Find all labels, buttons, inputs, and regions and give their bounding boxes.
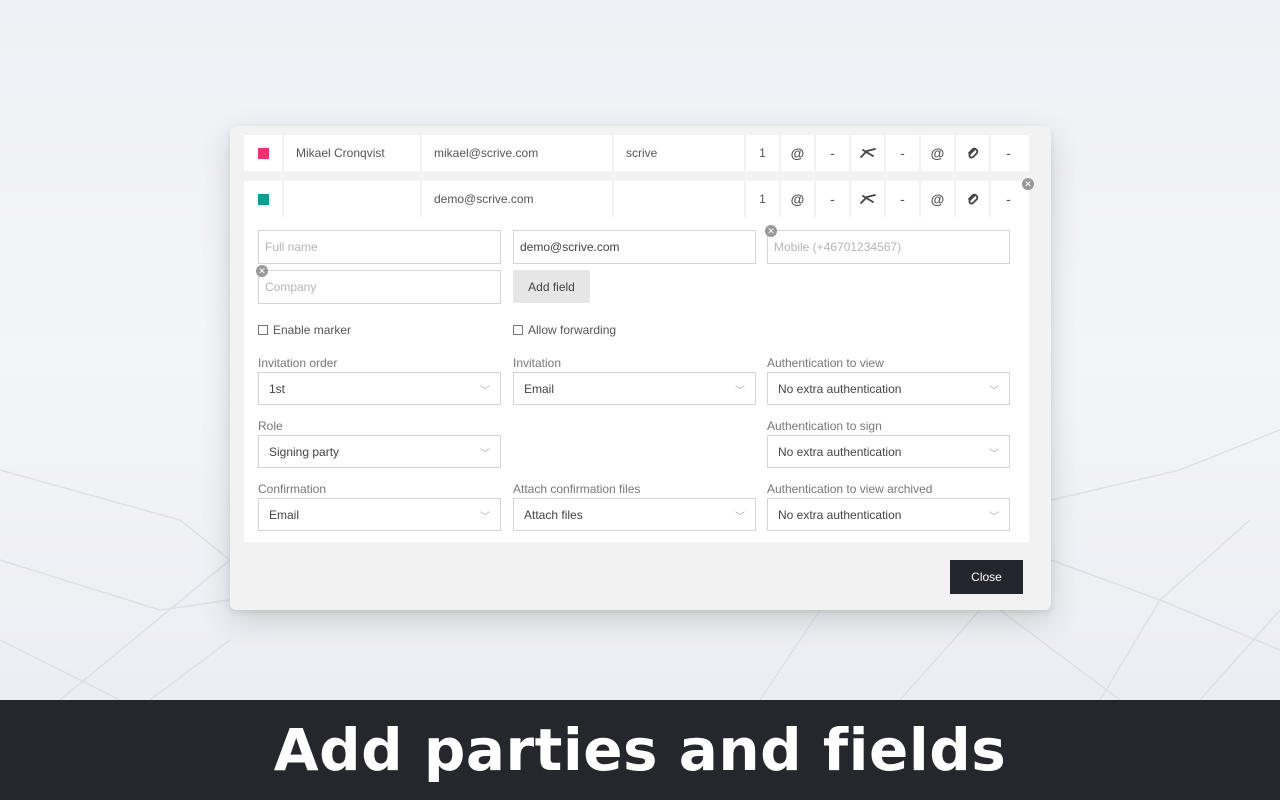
attachment-icon[interactable]: [956, 135, 991, 171]
chevron-down-icon: ﹀: [989, 512, 999, 523]
invitation-order-select[interactable]: 1st ﹀: [258, 372, 501, 405]
add-field-button[interactable]: Add field: [513, 270, 590, 303]
company-input[interactable]: [258, 270, 501, 304]
role-select[interactable]: Signing party ﹀: [258, 435, 501, 468]
checkbox-box[interactable]: [258, 325, 268, 335]
select-value: No extra authentication: [778, 381, 902, 396]
mobile-input[interactable]: [767, 230, 1010, 264]
role-label: Role: [258, 419, 283, 433]
attach-files-label: Attach confirmation files: [513, 482, 641, 496]
select-value: Signing party: [269, 444, 340, 459]
invitation-email-icon[interactable]: @: [781, 181, 816, 217]
invitation-email-icon[interactable]: @: [781, 135, 816, 171]
checkbox-box[interactable]: [513, 325, 523, 335]
party-color-cell: [244, 181, 284, 217]
remove-field-icon[interactable]: ✕: [256, 265, 268, 277]
invitation-label: Invitation: [513, 356, 562, 370]
select-value: No extra authentication: [778, 507, 902, 522]
remove-field-icon[interactable]: ✕: [765, 225, 777, 237]
email-input[interactable]: [513, 230, 756, 264]
chevron-down-icon: ﹀: [735, 512, 745, 523]
select-value: Email: [269, 507, 300, 522]
chevron-down-icon: ﹀: [480, 386, 490, 397]
auth-sign-select[interactable]: No extra authentication ﹀: [767, 435, 1010, 468]
party-order[interactable]: 1: [746, 135, 781, 171]
attach-files-select[interactable]: Attach files ﹀: [513, 498, 756, 531]
caption-banner: Add parties and fields: [0, 700, 1280, 800]
auth-view-select[interactable]: No extra authentication ﹀: [767, 372, 1010, 405]
invitation-order-label: Invitation order: [258, 356, 338, 370]
chevron-down-icon: ﹀: [989, 386, 999, 397]
attachment-icon[interactable]: [956, 181, 991, 217]
auth-archived-label: Authentication to view archived: [767, 482, 933, 496]
caption-text: Add parties and fields: [273, 716, 1007, 784]
chevron-down-icon: ﹀: [480, 449, 490, 460]
party-color-swatch: [257, 147, 269, 159]
party-email: demo@scrive.com: [422, 181, 614, 217]
checkbox-label: Enable marker: [273, 323, 352, 337]
invitation-select[interactable]: Email ﹀: [513, 372, 756, 405]
party-color-swatch: [257, 193, 269, 205]
party-col-dash[interactable]: -: [991, 181, 1026, 217]
chevron-down-icon: ﹀: [480, 512, 490, 523]
party-row[interactable]: Mikael Cronqvist mikael@scrive.com scriv…: [244, 135, 1029, 171]
checkbox-label: Allow forwarding: [528, 323, 617, 337]
party-row[interactable]: demo@scrive.com 1 @ - - @ -: [244, 181, 1029, 217]
party-col-dash[interactable]: -: [886, 135, 921, 171]
party-col-dash[interactable]: -: [991, 135, 1026, 171]
select-value: Email: [524, 381, 555, 396]
allow-forwarding-checkbox[interactable]: Allow forwarding: [513, 323, 616, 337]
party-col-dash[interactable]: -: [816, 135, 851, 171]
select-value: No extra authentication: [778, 444, 902, 459]
confirmation-email-icon[interactable]: @: [921, 135, 956, 171]
confirmation-email-icon[interactable]: @: [921, 181, 956, 217]
signature-icon[interactable]: [851, 181, 886, 217]
party-order[interactable]: 1: [746, 181, 781, 217]
party-email: mikael@scrive.com: [422, 135, 614, 171]
chevron-down-icon: ﹀: [989, 449, 999, 460]
party-col-dash[interactable]: -: [816, 181, 851, 217]
party-details-panel: ✕ ✕ Add field Enable marker Allow forwar…: [244, 217, 1029, 542]
full-name-input[interactable]: [258, 230, 501, 264]
select-value: 1st: [269, 381, 286, 396]
party-company: [614, 181, 746, 217]
select-value: Attach files: [524, 507, 583, 522]
chevron-down-icon: ﹀: [735, 386, 745, 397]
close-button[interactable]: Close: [950, 560, 1023, 594]
party-settings-modal: Mikael Cronqvist mikael@scrive.com scriv…: [230, 126, 1051, 610]
auth-sign-label: Authentication to sign: [767, 419, 882, 433]
party-color-cell: [244, 135, 284, 171]
enable-marker-checkbox[interactable]: Enable marker: [258, 323, 351, 337]
auth-view-label: Authentication to view: [767, 356, 884, 370]
auth-archived-select[interactable]: No extra authentication ﹀: [767, 498, 1010, 531]
confirmation-select[interactable]: Email ﹀: [258, 498, 501, 531]
party-company: scrive: [614, 135, 746, 171]
party-name: Mikael Cronqvist: [284, 135, 422, 171]
party-col-dash[interactable]: -: [886, 181, 921, 217]
remove-party-icon[interactable]: ✕: [1022, 178, 1034, 190]
confirmation-label: Confirmation: [258, 482, 327, 496]
party-name: [284, 181, 422, 217]
signature-icon[interactable]: [851, 135, 886, 171]
